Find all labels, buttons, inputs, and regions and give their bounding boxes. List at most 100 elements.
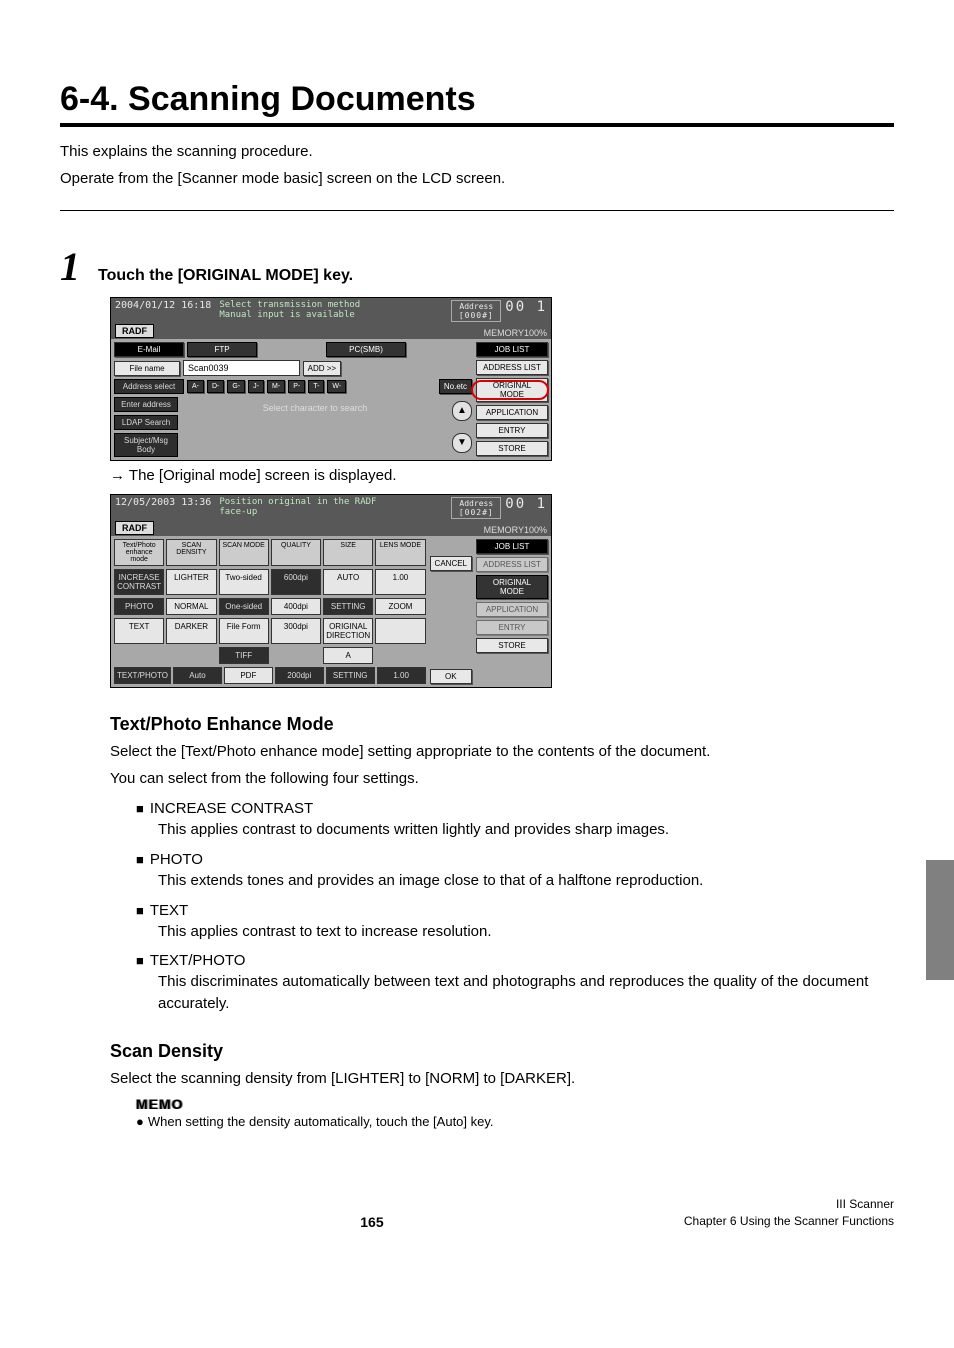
ss2-store[interactable]: STORE: [476, 638, 548, 653]
size-origdir: ORIGINAL DIRECTION: [323, 618, 373, 644]
memo-label: MEMO: [136, 1096, 894, 1112]
quality-200[interactable]: 200dpi: [275, 667, 324, 684]
col-quality: QUALITY: [271, 539, 321, 566]
scanmode-pdf[interactable]: PDF: [224, 667, 273, 684]
bullet-2-desc: This extends tones and provides an image…: [158, 870, 894, 892]
lens-zoom[interactable]: ZOOM: [375, 598, 425, 615]
address-select[interactable]: Address select: [114, 379, 184, 394]
store-button[interactable]: STORE: [476, 441, 548, 456]
page-title: 6-4. Scanning Documents: [60, 80, 894, 119]
ss1-address-box: Address [000#]: [451, 300, 501, 322]
alpha-w[interactable]: W-: [327, 380, 346, 393]
size-setting2[interactable]: SETTING: [326, 667, 375, 684]
bullet-3-desc: This applies contrast to text to increas…: [158, 921, 894, 943]
scanmode-fileform: File Form: [219, 618, 269, 644]
bullet-1-title: ■INCREASE CONTRAST: [136, 800, 894, 817]
ss2-job-list[interactable]: JOB LIST: [476, 539, 548, 554]
alpha-a[interactable]: A-: [187, 380, 204, 393]
scandensity-p: Select the scanning density from [LIGHTE…: [110, 1068, 894, 1091]
alpha-t[interactable]: T-: [308, 380, 324, 393]
alpha-m[interactable]: M-: [267, 380, 285, 393]
size-auto[interactable]: AUTO: [323, 569, 373, 595]
ss2-msg2: face-up: [219, 507, 451, 517]
no-etc[interactable]: No.etc: [439, 379, 472, 394]
mode-increase-contrast[interactable]: INCREASE CONTRAST: [114, 569, 164, 595]
quality-600[interactable]: 600dpi: [271, 569, 321, 595]
density-normal[interactable]: NORMAL: [166, 598, 216, 615]
alpha-g[interactable]: G-: [227, 380, 245, 393]
density-darker[interactable]: DARKER: [166, 618, 216, 644]
bullet-2-title: ■PHOTO: [136, 851, 894, 868]
density-auto[interactable]: Auto: [173, 667, 222, 684]
quality-300[interactable]: 300dpi: [271, 618, 321, 644]
ss2-application: APPLICATION: [476, 602, 548, 617]
bullet-1-desc: This applies contrast to documents writt…: [158, 819, 894, 841]
mode-textphoto[interactable]: TEXT/PHOTO: [114, 667, 171, 684]
ss1-center-msg: Select character to search: [181, 397, 449, 457]
step-1-text: Touch the [ORIGINAL MODE] key.: [98, 267, 353, 285]
mode-text[interactable]: TEXT: [114, 618, 164, 644]
memo-item: ●When setting the density automatically,…: [136, 1114, 894, 1129]
subject-body[interactable]: Subject/Msg Body: [114, 433, 178, 457]
size-a[interactable]: A: [323, 647, 373, 664]
bullet-square-icon: ■: [136, 903, 144, 918]
tab-pcsmb[interactable]: PC(SMB): [326, 342, 406, 357]
entry-button[interactable]: ENTRY: [476, 423, 548, 438]
alpha-p[interactable]: P-: [288, 380, 305, 393]
cancel-button[interactable]: CANCEL: [430, 556, 472, 571]
result-text: The [Original mode] screen is displayed.: [129, 467, 397, 484]
scanmode-one[interactable]: One-sided: [219, 598, 269, 615]
ss1-datetime: 2004/01/12 16:18: [115, 300, 211, 311]
arrow-icon: →: [110, 467, 125, 484]
quality-400[interactable]: 400dpi: [271, 598, 321, 615]
intro-line-2: Operate from the [Scanner mode basic] sc…: [60, 168, 894, 191]
job-list-button[interactable]: JOB LIST: [476, 342, 548, 357]
memo-dot-icon: ●: [136, 1114, 144, 1129]
filename-input[interactable]: Scan0039: [183, 360, 300, 376]
bullet-square-icon: ■: [136, 953, 144, 968]
ss2-datetime: 12/05/2003 13:36: [115, 497, 211, 508]
step-1-number: 1: [60, 247, 80, 287]
footer-line-2: Chapter 6 Using the Scanner Functions: [684, 1214, 894, 1228]
ss1-msg1: Select transmission method: [219, 300, 451, 310]
lens-100b[interactable]: 1.00: [377, 667, 426, 684]
screenshot-scanner-basic: 2004/01/12 16:18 Select transmission met…: [110, 297, 552, 461]
scroll-down-icon[interactable]: ▼: [452, 433, 472, 453]
size-setting1[interactable]: SETTING: [323, 598, 373, 615]
result-line: → The [Original mode] screen is displaye…: [110, 467, 894, 484]
ss2-memory: MEMORY100%: [484, 525, 547, 535]
alpha-d[interactable]: D-: [207, 380, 224, 393]
ss1-radf: RADF: [115, 324, 154, 338]
ss2-msg1: Position original in the RADF: [219, 497, 451, 507]
tab-email[interactable]: E-Mail: [114, 342, 184, 357]
ss1-memory: MEMORY100%: [484, 328, 547, 338]
mode-photo[interactable]: PHOTO: [114, 598, 164, 615]
alpha-j[interactable]: J-: [248, 380, 264, 393]
lens-blank: [375, 618, 425, 644]
lens-100a[interactable]: 1.00: [375, 569, 425, 595]
ldap-search[interactable]: LDAP Search: [114, 415, 178, 430]
page-number: 165: [60, 1214, 684, 1230]
density-lighter[interactable]: LIGHTER: [166, 569, 216, 595]
ss1-digits: 00 1: [505, 300, 547, 314]
ss2-entry: ENTRY: [476, 620, 548, 635]
application-button[interactable]: APPLICATION: [476, 405, 548, 420]
textphoto-heading: Text/Photo Enhance Mode: [110, 714, 894, 735]
side-tab: [926, 860, 954, 980]
ok-button[interactable]: OK: [430, 669, 472, 684]
add-button[interactable]: ADD >>: [303, 361, 341, 376]
scanmode-two[interactable]: Two-sided: [219, 569, 269, 595]
ss2-original-mode[interactable]: ORIGINAL MODE: [476, 575, 548, 599]
textphoto-p2: You can select from the following four s…: [110, 768, 894, 791]
address-list-button[interactable]: ADDRESS LIST: [476, 360, 548, 375]
footer-line-1: III Scanner: [836, 1197, 894, 1211]
scanmode-tiff[interactable]: TIFF: [219, 647, 269, 664]
ss2-address-list: ADDRESS LIST: [476, 557, 548, 572]
bullet-3-title: ■TEXT: [136, 902, 894, 919]
enter-address[interactable]: Enter address: [114, 397, 178, 412]
ss2-address-count: [002#]: [459, 508, 494, 517]
scroll-up-icon[interactable]: ▲: [452, 401, 472, 421]
tab-ftp[interactable]: FTP: [187, 342, 257, 357]
highlight-original-mode: [471, 380, 549, 400]
ss2-radf: RADF: [115, 521, 154, 535]
